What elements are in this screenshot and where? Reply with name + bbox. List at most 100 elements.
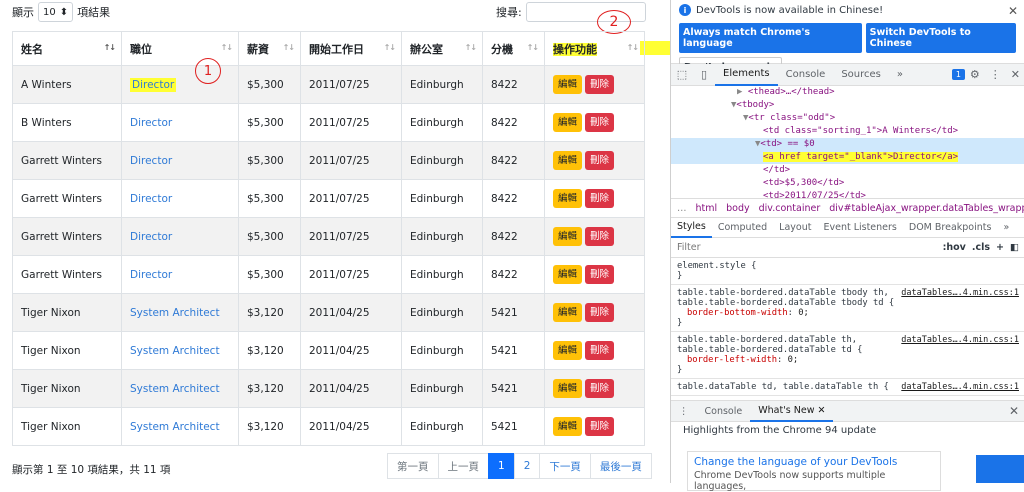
delete-button[interactable]: 刪除 [585, 112, 615, 133]
position-link[interactable]: System Architect [130, 421, 220, 433]
page-next-button[interactable]: 下一頁 [539, 453, 591, 479]
cell-start-date: 2011/07/25 [300, 65, 402, 104]
dom-node[interactable]: <td>$5,300</td> [671, 177, 1024, 190]
tab-console[interactable]: Console [778, 64, 834, 86]
position-link[interactable]: System Architect [130, 345, 220, 357]
delete-button[interactable]: 刪除 [585, 264, 615, 285]
more-tabs-icon[interactable]: » [889, 64, 911, 86]
filter-input[interactable]: Filter [677, 242, 701, 253]
tab-elements[interactable]: Elements [715, 64, 778, 86]
breadcrumb-item[interactable]: div#tableAjax_wrapper.dataTables_wrapper… [829, 203, 1024, 214]
dom-node-selected[interactable]: ▼<td> == $0 [671, 138, 1024, 151]
tab-sources[interactable]: Sources [833, 64, 889, 86]
edit-button[interactable]: 編輯 [553, 302, 583, 323]
gear-icon[interactable]: ⚙ [965, 68, 985, 81]
edit-button[interactable]: 編輯 [553, 416, 583, 437]
dom-node[interactable]: ▼<tr class="odd"> [671, 112, 1024, 125]
dom-node-selected[interactable]: <a href target="_blank">Director</a> [671, 151, 1024, 164]
col-header-salary[interactable]: 薪資 ↑↓ [238, 31, 301, 66]
edit-button[interactable]: 編輯 [553, 150, 583, 171]
delete-button[interactable]: 刪除 [585, 188, 615, 209]
close-icon[interactable]: ✕ [1008, 4, 1018, 18]
delete-button[interactable]: 刪除 [585, 340, 615, 361]
drawer-tab-console[interactable]: Console [697, 400, 751, 422]
close-icon[interactable]: ✕ [1006, 68, 1024, 81]
card-title[interactable]: Change the language of your DevTools [694, 456, 934, 468]
col-header-actions[interactable]: 操作功能 ↑↓ [544, 31, 645, 66]
col-header-name[interactable]: 姓名 ↑↓ [12, 31, 122, 66]
switch-language-button[interactable]: Switch DevTools to Chinese [865, 23, 1016, 53]
tab-layout[interactable]: Layout [773, 218, 817, 238]
drawer-tab-whats-new[interactable]: What's New ✕ [750, 400, 834, 422]
edit-button[interactable]: 編輯 [553, 340, 583, 361]
position-link[interactable]: System Architect [130, 383, 220, 395]
cell-extension: 8422 [482, 217, 545, 256]
drawer-menu-icon[interactable]: ⋮ [671, 400, 697, 422]
dom-node[interactable]: <td class="sorting_1">A Winters</td> [671, 125, 1024, 138]
cell-start-date: 2011/04/25 [300, 331, 402, 370]
delete-button[interactable]: 刪除 [585, 150, 615, 171]
kebab-menu-icon[interactable]: ⋮ [985, 68, 1006, 81]
position-link[interactable]: Director [130, 155, 172, 167]
position-link[interactable]: Director [130, 231, 172, 243]
tab-computed[interactable]: Computed [712, 218, 773, 238]
cell-office: Edinburgh [401, 179, 483, 218]
dom-node[interactable]: ▼<tbody> [671, 99, 1024, 112]
edit-button[interactable]: 編輯 [553, 264, 583, 285]
style-source-link[interactable]: dataTables….4.min.css:1 [901, 288, 1019, 298]
tab-event-listeners[interactable]: Event Listeners [817, 218, 902, 238]
sidebar-toggle-icon[interactable]: ◧ [1010, 242, 1019, 253]
breadcrumb-item[interactable]: html [696, 203, 718, 214]
col-header-office[interactable]: 辦公室 ↑↓ [401, 31, 483, 66]
col-header-start-date[interactable]: 開始工作日 ↑↓ [300, 31, 402, 66]
dom-node[interactable]: </td> [671, 164, 1024, 177]
position-link[interactable]: Director [130, 269, 172, 281]
delete-button[interactable]: 刪除 [585, 416, 615, 437]
tab-dom-breakpoints[interactable]: DOM Breakpoints [903, 218, 998, 238]
dom-node[interactable]: ▶ <thead>…</thead> [671, 86, 1024, 99]
ellipsis-icon[interactable]: … [677, 203, 687, 214]
position-link[interactable]: System Architect [130, 307, 220, 319]
more-tabs-icon[interactable]: » [997, 218, 1015, 238]
page-2-button[interactable]: 2 [513, 453, 541, 479]
match-language-button[interactable]: Always match Chrome's language [679, 23, 862, 53]
edit-button[interactable]: 編輯 [553, 112, 583, 133]
position-link[interactable]: Director [130, 193, 172, 205]
close-icon[interactable]: ✕ [1009, 404, 1024, 418]
edit-button[interactable]: 編輯 [553, 226, 583, 247]
edit-button[interactable]: 編輯 [553, 378, 583, 399]
position-link[interactable]: Director [130, 117, 172, 129]
position-link[interactable]: Director [130, 77, 177, 92]
style-source-link[interactable]: dataTables….4.min.css:1 [901, 382, 1019, 392]
length-select[interactable]: 10 ⬍ [38, 2, 74, 22]
cls-toggle[interactable]: .cls [972, 242, 990, 253]
styles-tabbar: Styles Computed Layout Event Listeners D… [671, 218, 1024, 238]
col-header-extension[interactable]: 分機 ↑↓ [482, 31, 545, 66]
page-1-button[interactable]: 1 [488, 453, 515, 479]
inspect-icon[interactable]: ⬚ [671, 68, 693, 81]
edit-button[interactable]: 編輯 [553, 74, 583, 95]
delete-button[interactable]: 刪除 [585, 378, 615, 399]
cell-position: Director [121, 103, 239, 142]
table-body: A Winters Director $5,300 2011/07/25 Edinbur… [12, 65, 645, 446]
page-last-button[interactable]: 最後一頁 [589, 453, 652, 479]
col-header-position[interactable]: 職位 ↑↓ [121, 31, 239, 66]
cell-actions: 編輯 刪除 [544, 103, 645, 142]
plus-icon[interactable]: + [996, 242, 1004, 253]
breadcrumb-item[interactable]: div.container [759, 203, 821, 214]
delete-button[interactable]: 刪除 [585, 226, 615, 247]
style-source-link[interactable]: dataTables….4.min.css:1 [901, 335, 1019, 345]
cell-name: Tiger Nixon [12, 407, 122, 446]
tab-styles[interactable]: Styles [671, 218, 712, 238]
hov-toggle[interactable]: :hov [943, 242, 966, 253]
issues-badge[interactable]: 1 [951, 69, 965, 80]
device-toolbar-icon[interactable]: ▯ [693, 68, 715, 81]
search-label: 搜尋: [496, 6, 522, 19]
breadcrumb-item[interactable]: body [726, 203, 750, 214]
delete-button[interactable]: 刪除 [585, 302, 615, 323]
delete-button[interactable]: 刪除 [585, 74, 615, 95]
edit-button[interactable]: 編輯 [553, 188, 583, 209]
page-first-button[interactable]: 第一頁 [387, 453, 439, 479]
page-prev-button[interactable]: 上一頁 [437, 453, 489, 479]
whats-new-card[interactable]: Change the language of your DevTools Chr… [687, 451, 941, 492]
